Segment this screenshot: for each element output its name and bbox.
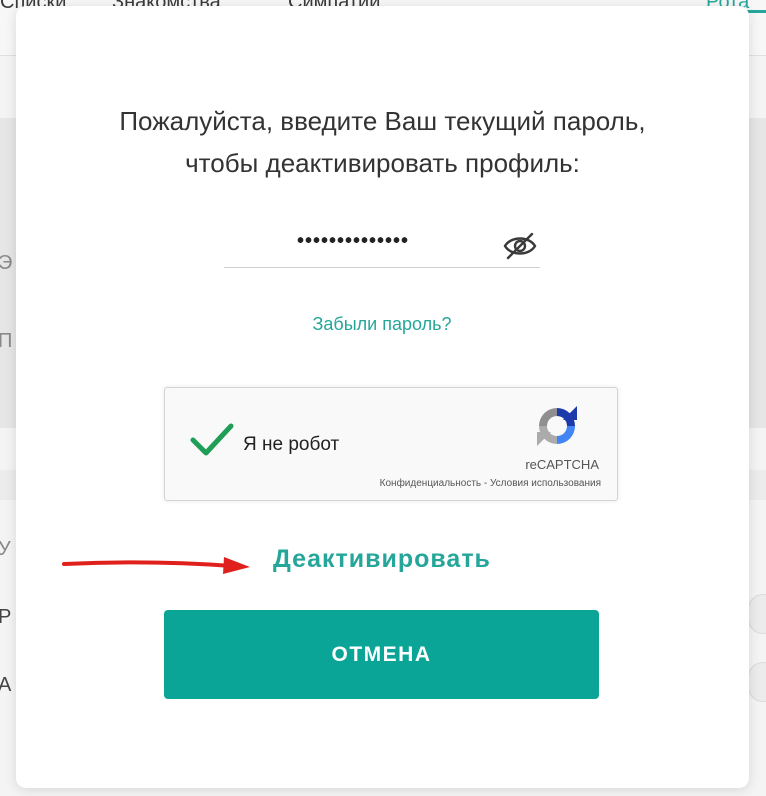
recaptcha-label: Я не робот	[243, 434, 340, 455]
background-toggle-1	[748, 594, 766, 634]
recaptcha-terms-link[interactable]: Условия использования	[490, 478, 601, 489]
deactivate-profile-dialog: Пожалуйста, введите Ваш текущий пароль, …	[16, 6, 749, 788]
recaptcha-separator: -	[481, 478, 490, 489]
recaptcha-logo-icon	[533, 402, 581, 450]
recaptcha-terms: Конфиденциальность - Условия использован…	[380, 478, 601, 489]
recaptcha-widget: Я не робот reCAPTCHA Конфиденциальность …	[164, 387, 618, 501]
checkmark-icon	[190, 423, 234, 456]
background-letter-4: Р	[0, 606, 12, 628]
forgot-password-link[interactable]: Забыли пароль?	[224, 314, 540, 335]
recaptcha-checkbox[interactable]	[189, 420, 235, 460]
recaptcha-privacy-link[interactable]: Конфиденциальность	[380, 478, 481, 489]
password-field: ••••••••••••••	[224, 224, 540, 268]
dialog-title-line-1: Пожалуйста, введите Ваш текущий пароль,	[119, 106, 646, 136]
background-letter-3: У	[0, 538, 11, 560]
password-input[interactable]: ••••••••••••••	[224, 230, 482, 253]
background-letter-5: А	[0, 674, 12, 696]
dialog-title: Пожалуйста, введите Ваш текущий пароль, …	[56, 100, 709, 184]
eye-slash-icon[interactable]	[502, 232, 538, 260]
background-toggle-2	[748, 662, 766, 702]
annotation-arrow-icon	[62, 557, 250, 574]
cancel-button[interactable]: ОТМЕНА	[164, 610, 599, 699]
recaptcha-brand: reCAPTCHA	[525, 457, 599, 472]
dialog-title-line-2: чтобы деактивировать профиль:	[185, 148, 580, 178]
background-letter-1: Э	[0, 252, 13, 274]
background-letter-2: П	[0, 330, 13, 352]
